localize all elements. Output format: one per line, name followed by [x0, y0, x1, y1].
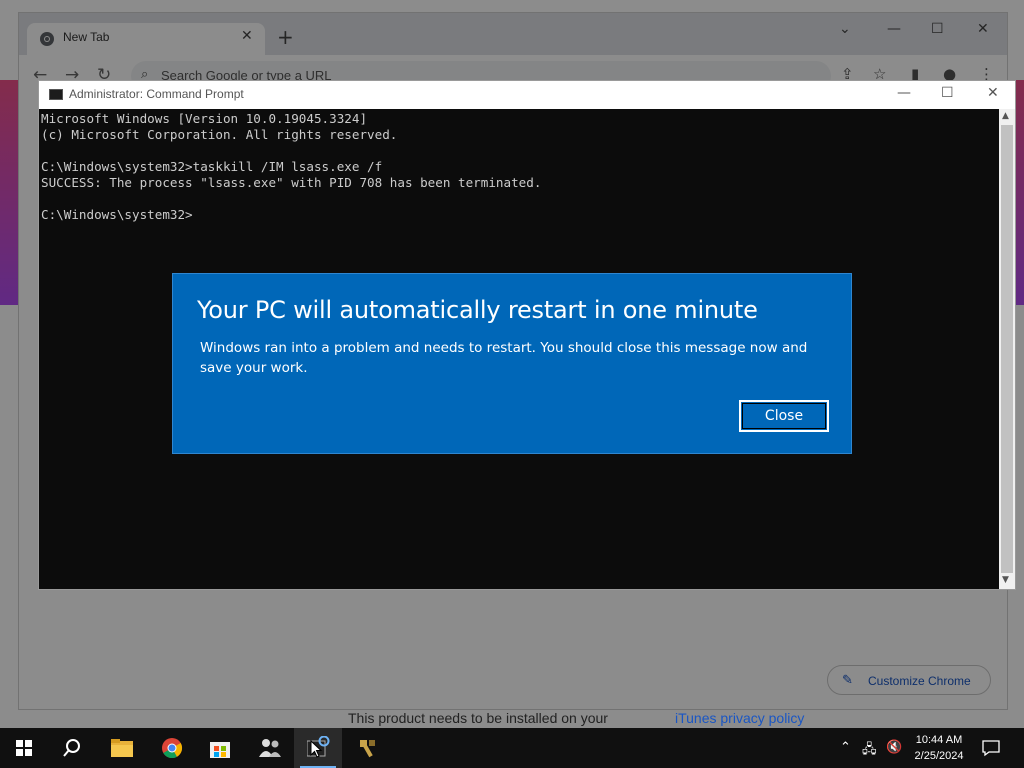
cmd-window-title: Administrator: Command Prompt — [69, 87, 244, 101]
notifications-icon[interactable] — [982, 739, 1000, 757]
chrome-tab-new-tab[interactable]: New Tab ✕ — [27, 23, 265, 55]
customize-chrome-label: Customize Chrome — [868, 674, 971, 688]
taskbar-clock[interactable]: 10:44 AM 2/25/2024 — [900, 732, 978, 764]
cmd-console-text: Microsoft Windows [Version 10.0.19045.33… — [41, 111, 542, 222]
search-icon — [63, 739, 80, 757]
taskbar-cmd[interactable] — [294, 728, 342, 768]
dialog-heading: Your PC will automatically restart in on… — [197, 296, 758, 324]
windows-start-icon — [16, 740, 32, 756]
page-bottom-text: This product needs to be installed on yo… — [348, 710, 608, 726]
scroll-up-icon[interactable]: ▲ — [1002, 111, 1009, 121]
cmd-scrollbar[interactable]: ▲ ▼ — [999, 109, 1015, 589]
taskbar-store[interactable] — [196, 728, 244, 768]
pencil-icon: ✎ — [842, 672, 853, 687]
clock-date: 2/25/2024 — [914, 750, 964, 762]
mouse-cursor-icon — [310, 740, 322, 758]
cmd-close-icon[interactable]: ✕ — [987, 85, 999, 101]
restart-warning-dialog: Your PC will automatically restart in on… — [172, 273, 852, 454]
cmd-title-bar[interactable]: Administrator: Command Prompt — ☐ ✕ — [39, 81, 1015, 109]
chevron-up-icon[interactable]: ⌃ — [840, 740, 851, 755]
chrome-tab-title: New Tab — [63, 30, 110, 44]
chrome-tab-bar: New Tab ✕ + ⌄ — ☐ ✕ — [19, 13, 1007, 55]
taskbar-chrome[interactable] — [148, 728, 196, 768]
taskbar: ⌃ 🖧 🔇 10:44 AM 2/25/2024 — [0, 728, 1024, 768]
taskbar-file-explorer[interactable] — [98, 728, 146, 768]
taskbar-tool-app[interactable] — [344, 728, 392, 768]
microsoft-store-icon — [210, 742, 230, 758]
network-icon[interactable]: 🖧 — [862, 740, 877, 762]
itunes-privacy-link[interactable]: iTunes privacy policy — [675, 710, 804, 726]
maximize-icon[interactable]: ☐ — [931, 21, 944, 37]
clock-time: 10:44 AM — [915, 734, 963, 746]
people-icon — [259, 739, 281, 757]
taskbar-search-button[interactable] — [48, 728, 96, 768]
taskbar-people[interactable] — [246, 728, 294, 768]
start-button[interactable] — [0, 728, 48, 768]
file-explorer-icon — [111, 739, 133, 757]
cmd-maximize-icon[interactable]: ☐ — [941, 85, 954, 101]
minimize-icon[interactable]: — — [887, 21, 901, 37]
dialog-message: Windows ran into a problem and needs to … — [200, 340, 808, 376]
new-tab-button[interactable]: + — [277, 25, 294, 49]
scroll-down-icon[interactable]: ▼ — [1002, 575, 1009, 585]
chrome-icon — [162, 738, 183, 759]
chrome-favicon-icon — [40, 32, 54, 46]
cmd-window-icon — [49, 89, 63, 100]
close-icon[interactable]: ✕ — [977, 21, 989, 37]
tab-close-icon[interactable]: ✕ — [241, 28, 253, 44]
chevron-down-icon[interactable]: ⌄ — [839, 21, 851, 37]
customize-chrome-button[interactable]: ✎ Customize Chrome — [827, 665, 991, 695]
cmd-scroll-thumb[interactable] — [1001, 125, 1013, 573]
cmd-minimize-icon[interactable]: — — [897, 85, 911, 101]
tool-icon — [360, 740, 375, 758]
dialog-close-button[interactable]: Close — [739, 400, 829, 432]
